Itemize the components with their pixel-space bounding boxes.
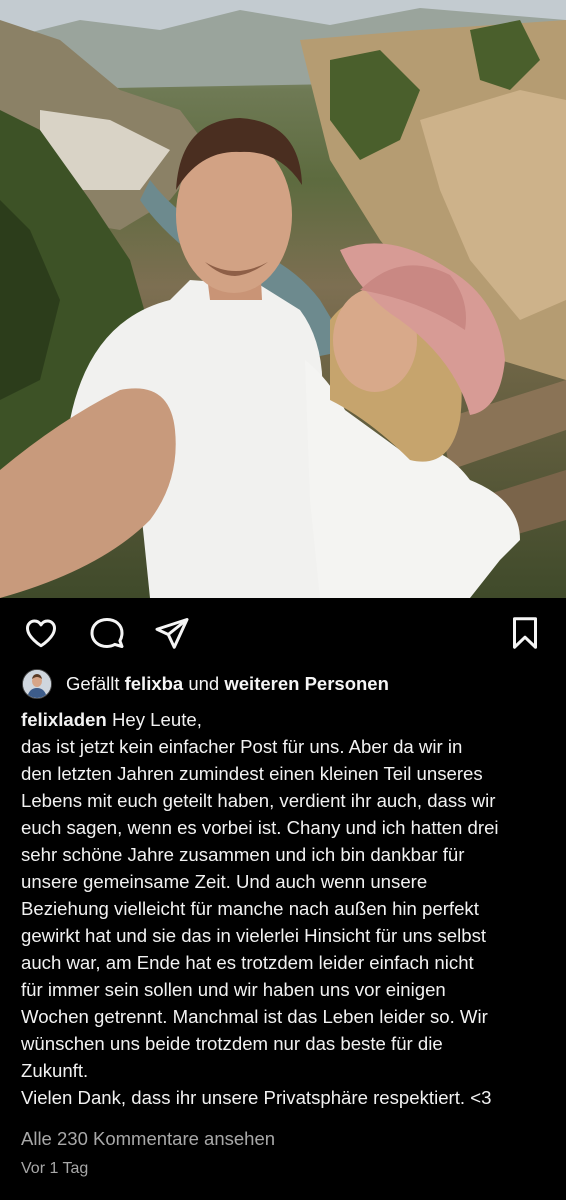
post-action-bar: [0, 598, 566, 668]
caption-line: Vielen Dank, dass ihr unsere Privatsphär…: [21, 1087, 492, 1108]
send-icon: [155, 618, 189, 649]
photo-illustration: [0, 0, 566, 598]
likes-connector: und: [188, 673, 220, 694]
caption-line: Beziehung vielleicht für manche nach auß…: [21, 898, 479, 919]
share-button[interactable]: [153, 614, 191, 652]
caption-line: das ist jetzt kein einfacher Post für un…: [21, 736, 463, 757]
likes-prefix: Gefällt: [66, 673, 120, 694]
post-caption: felixladen Hey Leute, das ist jetzt kein…: [21, 706, 551, 1111]
post-timestamp: Vor 1 Tag: [21, 1160, 89, 1177]
caption-line: wünschen uns beide trotzdem nur das best…: [21, 1033, 443, 1054]
like-button[interactable]: [22, 614, 60, 652]
liker-username[interactable]: felixba: [125, 673, 184, 694]
comment-button[interactable]: [88, 614, 126, 652]
caption-line: sehr schöne Jahre zusammen und ich bin d…: [21, 844, 465, 865]
liker-avatar[interactable]: [22, 669, 52, 699]
comment-icon: [90, 618, 124, 648]
caption-line: den letzten Jahren zumindest einen klein…: [21, 763, 483, 784]
caption-line: Wochen getrennt. Manchmal ist das Leben …: [21, 1006, 488, 1027]
likes-others[interactable]: weiteren Personen: [224, 673, 389, 694]
save-button[interactable]: [506, 614, 544, 652]
view-comments-link[interactable]: Alle 230 Kommentare ansehen: [21, 1128, 275, 1150]
caption-line: auch war, am Ende hat es trotzdem leider…: [21, 952, 474, 973]
post-photo[interactable]: [0, 0, 566, 598]
caption-line: euch sagen, wenn es vorbei ist. Chany un…: [21, 817, 499, 838]
bookmark-icon: [513, 617, 537, 649]
likes-text: Gefällt felixba und weiteren Personen: [66, 673, 389, 695]
caption-line: gewirkt hat und sie das in vielerlei Hin…: [21, 925, 487, 946]
caption-text: Hey Leute,: [111, 709, 202, 730]
avatar-icon: [23, 670, 51, 698]
caption-line: unsere gemeinsame Zeit. Und auch wenn un…: [21, 871, 428, 892]
caption-line: für immer sein sollen und wir haben uns …: [21, 979, 446, 1000]
caption-line: Zukunft.: [21, 1060, 89, 1081]
caption-line: felixladen Hey Leute,: [21, 706, 551, 733]
likes-summary[interactable]: Gefällt felixba und weiteren Personen: [22, 668, 389, 700]
caption-line: Lebens mit euch geteilt haben, verdient …: [21, 790, 496, 811]
caption-username[interactable]: felixladen: [21, 709, 107, 730]
heart-icon: [26, 619, 56, 648]
